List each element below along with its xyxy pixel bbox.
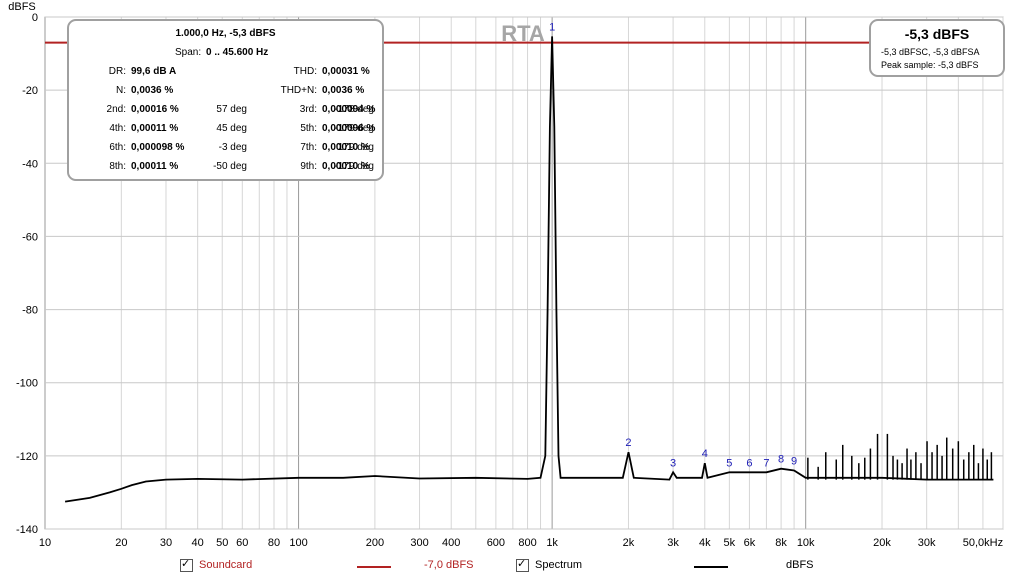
spectrum-checkbox[interactable]: ✓ <box>516 558 529 572</box>
info-header: 1.000,0 Hz, -5,3 dBFS <box>175 28 276 39</box>
harmonic-label: 5 <box>726 457 732 469</box>
soundcard-check-icon: ✓ <box>181 558 191 570</box>
harmonic-label: 7 <box>763 457 769 469</box>
x-tick-label: 400 <box>442 537 460 549</box>
soundcard-label: Soundcard <box>199 559 253 571</box>
harmonic-label: 4 <box>702 448 708 460</box>
x-tick-label: 10k <box>797 537 815 549</box>
y-tick-label: -40 <box>22 158 38 170</box>
y-tick-label: -140 <box>16 524 38 536</box>
info-v2-cell: 0,0036 % <box>322 85 365 96</box>
y-axis-label: dBFS <box>8 1 36 13</box>
info-v1-cell: 0,00016 % <box>131 104 179 115</box>
y-axis-ticks: 0 -20 -40 -60 -80 -100 -120 -140 <box>16 12 38 536</box>
x-tick-label: 80 <box>268 537 280 549</box>
x-tick-label: 50,0kHz <box>963 537 1003 549</box>
y-tick-label: -20 <box>22 85 38 97</box>
info-v1-cell: 99,6 dB A <box>131 66 177 77</box>
level-peak: Peak sample: -5,3 dBFS <box>881 60 979 70</box>
level-main: -5,3 dBFS <box>904 26 970 42</box>
x-tick-label: 100 <box>289 537 307 549</box>
info-v1-cell: 0,0036 % <box>131 85 174 96</box>
info-l1-cell: 6th: <box>109 142 126 153</box>
info-l2-cell: 9th: <box>300 161 317 172</box>
x-tick-label: 5k <box>724 537 736 549</box>
distortion-info-panel: 1.000,0 Hz, -5,3 dBFS Span: 0 .. 45.600 … <box>67 19 384 181</box>
x-tick-label: 1k <box>546 537 558 549</box>
x-tick-label: 2k <box>623 537 635 549</box>
info-l1-cell: 8th: <box>109 161 126 172</box>
harmonic-label: 2 <box>625 437 631 449</box>
spectrum-value: dBFS <box>786 559 814 571</box>
y-tick-label: -60 <box>22 231 38 243</box>
info-l1-cell: DR: <box>108 66 126 77</box>
info-p2-cell: -179 deg <box>334 123 374 134</box>
info-p2-cell: 179 deg <box>337 142 374 153</box>
info-v2-cell: 0,00031 % <box>322 66 370 77</box>
info-l2-cell: 5th: <box>300 123 317 134</box>
harmonic-label: 8 <box>778 454 784 466</box>
x-tick-label: 200 <box>366 537 384 549</box>
info-l2-cell: 3rd: <box>299 104 317 115</box>
x-tick-label: 800 <box>518 537 536 549</box>
span-label: Span: <box>175 47 202 58</box>
y-tick-label: -100 <box>16 378 38 390</box>
info-p1-cell: 57 deg <box>216 104 247 115</box>
x-tick-label: 60 <box>236 537 248 549</box>
y-tick-label: -120 <box>16 451 38 463</box>
spectrum-check-icon: ✓ <box>517 558 527 570</box>
x-tick-label: 20 <box>115 537 127 549</box>
harmonic-label: 9 <box>791 455 797 467</box>
level-sub: -5,3 dBFSC, -5,3 dBFSA <box>881 47 980 57</box>
x-tick-label: 6k <box>744 537 756 549</box>
x-tick-label: 3k <box>667 537 679 549</box>
x-tick-label: 300 <box>410 537 428 549</box>
info-p2-cell: -178 deg <box>334 104 374 115</box>
span-value: 0 .. 45.600 Hz <box>206 47 269 58</box>
x-tick-label: 4k <box>699 537 711 549</box>
info-l1-cell: 4th: <box>109 123 126 134</box>
info-l2-cell: 7th: <box>300 142 317 153</box>
info-p1-cell: -3 deg <box>218 142 247 153</box>
harmonic-label: 1 <box>549 21 555 33</box>
x-tick-label: 20k <box>873 537 891 549</box>
x-tick-label: 10 <box>39 537 51 549</box>
spectrum-swatch <box>694 566 728 568</box>
info-v1-cell: 0,00011 % <box>131 161 179 172</box>
x-axis-ticks: 10 20 30 40 50 60 80 100 200 300 400 600 800 1k 2k 3k 4k… <box>39 537 1003 549</box>
harmonic-label: 3 <box>670 457 676 469</box>
y-tick-label: 0 <box>32 12 38 24</box>
info-p2-cell: -179 deg <box>334 161 374 172</box>
x-tick-label: 30 <box>160 537 172 549</box>
info-l2-cell: THD+N: <box>280 85 317 96</box>
soundcard-swatch <box>357 566 391 568</box>
x-tick-label: 50 <box>216 537 228 549</box>
harmonic-label: 6 <box>746 457 752 469</box>
soundcard-checkbox[interactable]: ✓ <box>180 558 193 572</box>
x-tick-label: 8k <box>775 537 787 549</box>
info-p1-cell: 45 deg <box>216 123 247 134</box>
level-panel: -5,3 dBFS -5,3 dBFSC, -5,3 dBFSA Peak sa… <box>869 19 1005 77</box>
soundcard-value: -7,0 dBFS <box>424 559 474 571</box>
x-tick-label: 40 <box>192 537 204 549</box>
x-tick-label: 600 <box>487 537 505 549</box>
y-tick-label: -80 <box>22 305 38 317</box>
info-l1-cell: N: <box>116 85 126 96</box>
info-l1-cell: 2nd: <box>106 104 126 115</box>
spectrum-label: Spectrum <box>535 559 583 571</box>
info-v1-cell: 0,00011 % <box>131 123 179 134</box>
info-l2-cell: THD: <box>293 66 317 77</box>
info-v1-cell: 0,000098 % <box>131 142 185 153</box>
x-tick-label: 30k <box>918 537 936 549</box>
info-p1-cell: -50 deg <box>213 161 247 172</box>
